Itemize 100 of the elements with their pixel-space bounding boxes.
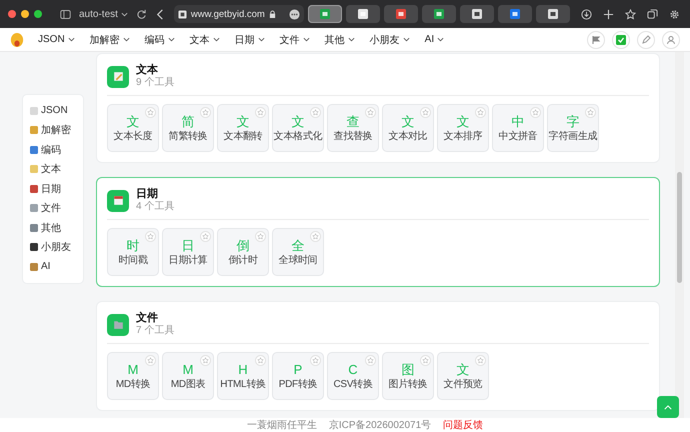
browser-tab[interactable] xyxy=(422,5,456,23)
star-icon xyxy=(147,357,154,364)
favorite-button[interactable] xyxy=(255,107,266,118)
tool-card[interactable]: M MD转换 xyxy=(107,352,159,400)
nav-menu-item[interactable]: AI xyxy=(424,34,444,45)
nav-menu-item[interactable]: 加解密 xyxy=(90,32,130,46)
favorite-button[interactable] xyxy=(145,355,156,366)
icp-link[interactable]: 京ICP备2026002071号 xyxy=(328,418,432,432)
bookmark-star-icon[interactable] xyxy=(624,8,636,20)
tool-card[interactable]: 字 字符画生成 xyxy=(547,104,599,152)
scrollbar[interactable] xyxy=(675,52,684,418)
sidebar-item[interactable]: 其他 xyxy=(23,218,83,238)
browser-tab[interactable] xyxy=(498,5,532,23)
caret-icon xyxy=(212,37,220,42)
browser-tab[interactable] xyxy=(308,5,342,23)
more-icon[interactable] xyxy=(288,8,300,20)
flag-button[interactable] xyxy=(587,30,605,48)
caret-icon xyxy=(168,37,175,42)
caret-icon xyxy=(302,37,310,42)
nav-menu-item[interactable]: 编码 xyxy=(144,32,175,46)
favorite-button[interactable] xyxy=(200,355,211,366)
notepad-icon xyxy=(107,66,129,88)
tool-card[interactable]: 时 时间戳 xyxy=(107,228,159,276)
star-icon xyxy=(312,233,319,240)
tool-card[interactable]: P PDF转换 xyxy=(272,352,324,400)
tool-card[interactable]: H HTML转换 xyxy=(217,352,269,400)
tool-card[interactable]: 简 简繁转换 xyxy=(162,104,214,152)
favorite-button[interactable] xyxy=(365,107,376,118)
tool-card[interactable]: 中 中文拼音 xyxy=(492,104,544,152)
favorite-button[interactable] xyxy=(310,355,321,366)
profile-menu[interactable]: auto-test xyxy=(79,8,128,20)
favorite-button[interactable] xyxy=(255,231,266,242)
tool-card[interactable]: 文 文本翻转 xyxy=(217,104,269,152)
favorite-button[interactable] xyxy=(255,355,266,366)
sidebar-item[interactable]: 编码 xyxy=(23,140,83,160)
nav-menu-item[interactable]: 日期 xyxy=(234,32,265,46)
close-icon[interactable] xyxy=(8,10,16,18)
star-icon xyxy=(312,109,319,116)
browser-tab[interactable] xyxy=(384,5,418,23)
tool-card[interactable]: 全 全球时间 xyxy=(272,228,324,276)
nav-menu-item[interactable]: 其他 xyxy=(324,32,355,46)
minimize-icon[interactable] xyxy=(21,10,29,18)
back-to-top-button[interactable] xyxy=(657,396,679,418)
download-icon[interactable] xyxy=(580,8,592,20)
logo-icon[interactable] xyxy=(10,32,24,48)
tool-card[interactable]: 图 图片转换 xyxy=(382,352,434,400)
new-tab-icon[interactable] xyxy=(602,8,614,20)
caret-icon xyxy=(68,37,75,42)
favorite-button[interactable] xyxy=(420,355,431,366)
tool-card[interactable]: 文 文本排序 xyxy=(437,104,489,152)
sidebar-item[interactable]: 日期 xyxy=(23,179,83,198)
sidebar-item[interactable]: 加解密 xyxy=(23,120,83,140)
tabs-overview-icon[interactable] xyxy=(646,8,658,20)
tool-card[interactable]: C CSV转换 xyxy=(327,352,379,400)
nav-menu-item[interactable]: 文本 xyxy=(190,32,220,46)
favorite-button[interactable] xyxy=(365,355,376,366)
chevron-up-icon xyxy=(664,404,672,410)
sidebar-item[interactable]: JSON xyxy=(23,101,83,120)
nav-menu-item[interactable]: JSON xyxy=(38,34,75,45)
sidebar-toggle-icon[interactable] xyxy=(60,8,71,20)
tool-card[interactable]: 倒 倒计时 xyxy=(217,228,269,276)
settings-icon[interactable] xyxy=(668,8,680,20)
browser-tab[interactable] xyxy=(346,5,380,23)
favorite-button[interactable] xyxy=(530,107,541,118)
browser-tab[interactable] xyxy=(536,5,570,23)
tool-card[interactable]: 文 文本对比 xyxy=(382,104,434,152)
tool-card[interactable]: 日 日期计算 xyxy=(162,228,214,276)
favorite-button[interactable] xyxy=(200,231,211,242)
maximize-icon[interactable] xyxy=(34,10,42,18)
sidebar-item[interactable]: 文件 xyxy=(23,198,83,218)
favorite-button[interactable] xyxy=(475,355,486,366)
favorite-button[interactable] xyxy=(310,231,321,242)
browser-tab[interactable] xyxy=(460,5,494,23)
tool-card[interactable]: 文 文件预览 xyxy=(437,352,489,400)
feedback-link[interactable]: 问题反馈 xyxy=(443,418,484,432)
nav-menu-item[interactable]: 文件 xyxy=(280,32,310,46)
star-icon xyxy=(147,233,154,240)
sidebar-item[interactable]: 文本 xyxy=(23,160,83,179)
nav-menu-item[interactable]: 小朋友 xyxy=(370,32,410,46)
footer-motto: 一蓑烟雨任平生 xyxy=(246,418,317,432)
address-bar[interactable]: www.getbyid.com xyxy=(174,5,304,23)
tool-card[interactable]: 文 文本长度 xyxy=(107,104,159,152)
favorite-button[interactable] xyxy=(420,107,431,118)
checkbox-button[interactable] xyxy=(612,30,630,48)
reload-icon[interactable] xyxy=(136,8,147,20)
favorite-button[interactable] xyxy=(145,107,156,118)
star-icon xyxy=(477,357,484,364)
favorite-button[interactable] xyxy=(585,107,596,118)
tool-card[interactable]: M MD图表 xyxy=(162,352,214,400)
tool-card[interactable]: 查 查找替换 xyxy=(327,104,379,152)
sidebar-item[interactable]: AI xyxy=(23,257,83,276)
account-button[interactable] xyxy=(662,30,680,48)
sidebar-item[interactable]: 小朋友 xyxy=(23,238,83,257)
pencil-icon xyxy=(641,34,651,44)
favorite-button[interactable] xyxy=(200,107,211,118)
favorite-button[interactable] xyxy=(475,107,486,118)
favorite-button[interactable] xyxy=(310,107,321,118)
favorite-button[interactable] xyxy=(145,231,156,242)
edit-button[interactable] xyxy=(637,30,655,48)
tool-card[interactable]: 文 文本格式化 xyxy=(272,104,324,152)
